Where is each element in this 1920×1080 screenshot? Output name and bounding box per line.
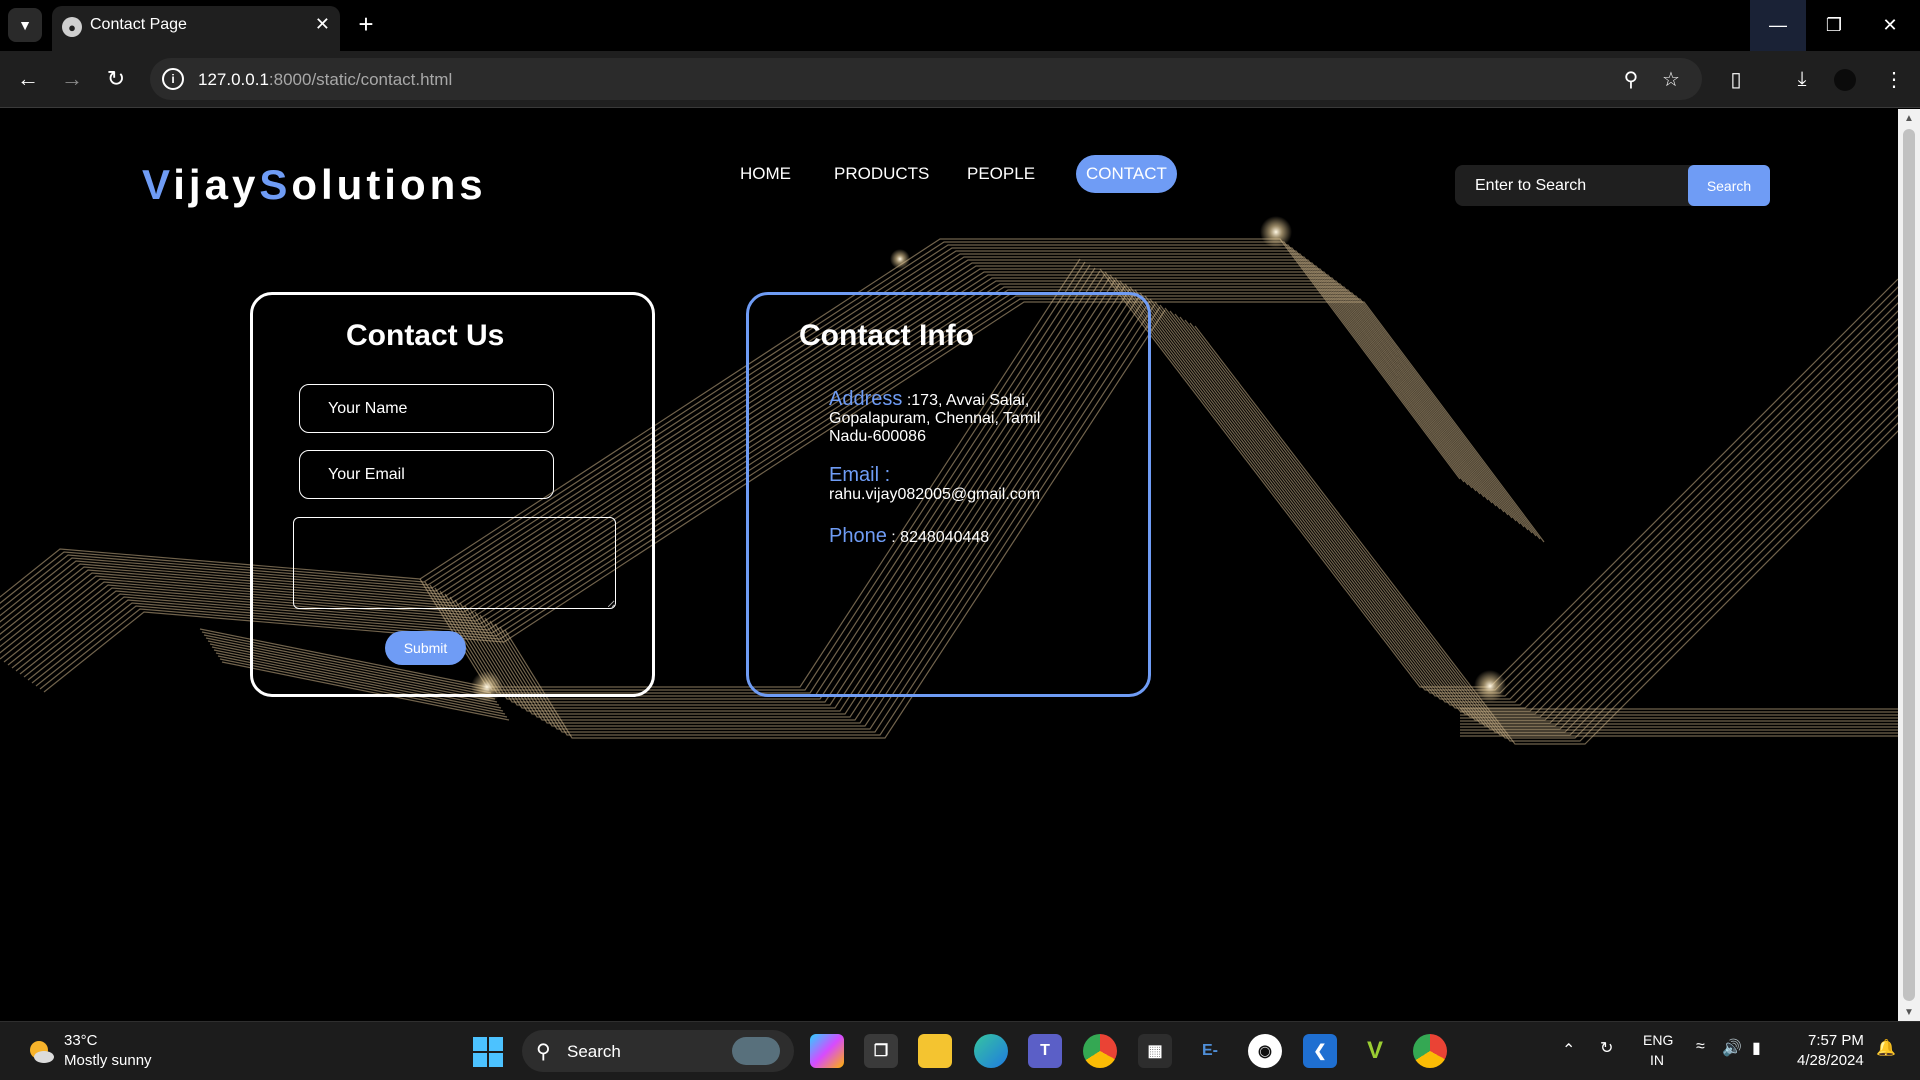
- teams-icon[interactable]: T: [1028, 1034, 1062, 1068]
- volume-icon[interactable]: 🔊: [1722, 1038, 1742, 1058]
- submit-button[interactable]: Submit: [385, 631, 466, 665]
- taskbar-search-label: Search: [567, 1042, 621, 1061]
- wifi-icon[interactable]: ≈: [1696, 1038, 1705, 1056]
- chevron-up-icon[interactable]: ⌃: [1562, 1040, 1575, 1060]
- profile-avatar[interactable]: [1834, 69, 1856, 91]
- language-bottom[interactable]: IN: [1650, 1052, 1664, 1068]
- message-textarea[interactable]: [293, 517, 616, 609]
- bookmark-star-icon[interactable]: ☆: [1658, 66, 1684, 92]
- scroll-up-icon[interactable]: ▲: [1898, 109, 1920, 127]
- contact-info-title: Contact Info: [799, 319, 974, 352]
- chrome-icon[interactable]: [1083, 1034, 1117, 1068]
- clock-time[interactable]: 7:57 PM: [1808, 1032, 1864, 1049]
- vscode-icon[interactable]: ❮: [1303, 1034, 1337, 1068]
- minimize-button[interactable]: —: [1750, 0, 1806, 51]
- download-icon[interactable]: ⤓: [1786, 63, 1818, 95]
- notification-bell-icon[interactable]: 🔔: [1876, 1038, 1896, 1058]
- site-logo[interactable]: VijaySolutions: [142, 161, 487, 209]
- phone-label: Phone: [829, 525, 887, 547]
- new-tab-button[interactable]: +: [352, 8, 380, 42]
- terminal-icon[interactable]: E-: [1193, 1034, 1227, 1068]
- taskbar-search[interactable]: ⚲ Search: [522, 1030, 794, 1072]
- nav-people[interactable]: PEOPLE: [957, 155, 1045, 193]
- weather-description[interactable]: Mostly sunny: [64, 1052, 152, 1069]
- contact-info-card: Contact Info Address :173, Avvai Salai, …: [746, 292, 1151, 697]
- task-view-icon[interactable]: ❐: [864, 1034, 898, 1068]
- extensions-icon[interactable]: ▯: [1720, 63, 1752, 95]
- name-field[interactable]: [299, 384, 554, 433]
- address-label: Address: [829, 388, 903, 410]
- restore-button[interactable]: ❐: [1806, 0, 1862, 51]
- address-bar[interactable]: i 127.0.0.1:8000/static/contact.html ⚲ ☆: [150, 58, 1702, 100]
- site-search-button[interactable]: Search: [1688, 165, 1770, 206]
- search-icon: ⚲: [536, 1041, 551, 1063]
- scrollbar-thumb[interactable]: [1903, 129, 1915, 1001]
- close-tab-icon[interactable]: ✕: [315, 14, 330, 35]
- search-highlight-icon: [732, 1037, 780, 1065]
- menu-kebab-icon[interactable]: ⋮: [1878, 63, 1910, 95]
- weather-temperature[interactable]: 33°C: [64, 1032, 98, 1049]
- browser-tab[interactable]: ● Contact Page ✕: [52, 6, 340, 51]
- nav-contact[interactable]: CONTACT: [1076, 155, 1177, 193]
- tab-search-button[interactable]: ▼: [8, 8, 42, 42]
- email-value: rahu.vijay082005@gmail.com: [829, 486, 1041, 503]
- email-block: Email : rahu.vijay082005@gmail.com: [829, 464, 1041, 503]
- tab-title: Contact Page: [90, 16, 187, 33]
- browser-tab-bar: ▼ ● Contact Page ✕ + — ❐ ✕: [0, 0, 1920, 51]
- web-page: VijaySolutions HOME PRODUCTS PEOPLE CONT…: [0, 109, 1898, 1021]
- copilot-icon[interactable]: [810, 1034, 844, 1068]
- email-label: Email: [829, 464, 880, 486]
- phone-value: : 8248040448: [886, 529, 990, 546]
- contact-form-title: Contact Us: [346, 319, 505, 352]
- weather-sun-icon[interactable]: [26, 1037, 56, 1067]
- language-top[interactable]: ENG: [1643, 1032, 1673, 1048]
- back-arrow-icon[interactable]: ←: [12, 63, 44, 95]
- close-window-button[interactable]: ✕: [1862, 0, 1918, 51]
- reload-icon[interactable]: ↻: [100, 63, 132, 95]
- address-block: Address :173, Avvai Salai, Gopalapuram, …: [829, 388, 1069, 446]
- store-icon[interactable]: ▦: [1138, 1034, 1172, 1068]
- site-search-input[interactable]: [1455, 165, 1685, 206]
- windows-taskbar: 33°C Mostly sunny ⚲ Search ❐ T ▦ E- ◉ ❮ …: [0, 1021, 1920, 1080]
- chrome-active-icon[interactable]: [1413, 1034, 1447, 1068]
- phone-block: Phone : 8248040448: [829, 525, 1069, 547]
- nav-products[interactable]: PRODUCTS: [824, 155, 939, 193]
- url-text[interactable]: 127.0.0.1:8000/static/contact.html: [198, 70, 452, 90]
- browser-toolbar: ← → ↻ i 127.0.0.1:8000/static/contact.ht…: [0, 51, 1920, 108]
- start-windows-icon[interactable]: [473, 1037, 503, 1067]
- site-info-icon[interactable]: i: [162, 68, 184, 90]
- vim-icon[interactable]: V: [1358, 1034, 1392, 1068]
- email-field[interactable]: [299, 450, 554, 499]
- contact-form-card: Contact Us Submit: [250, 292, 655, 697]
- globe-icon: ●: [62, 17, 82, 37]
- file-explorer-icon[interactable]: [918, 1034, 952, 1068]
- site-search: Search: [1455, 165, 1770, 206]
- edge-icon[interactable]: [974, 1034, 1008, 1068]
- forward-arrow-icon[interactable]: →: [56, 63, 88, 95]
- nav-home[interactable]: HOME: [730, 155, 801, 193]
- page-scrollbar[interactable]: ▲ ▼: [1898, 109, 1920, 1021]
- clock-date[interactable]: 4/28/2024: [1797, 1052, 1864, 1069]
- scroll-down-icon[interactable]: ▼: [1898, 1003, 1920, 1021]
- github-icon[interactable]: ◉: [1248, 1034, 1282, 1068]
- zoom-icon[interactable]: ⚲: [1618, 66, 1644, 92]
- sync-icon[interactable]: ↻: [1600, 1038, 1613, 1058]
- battery-icon[interactable]: ▮: [1752, 1038, 1761, 1058]
